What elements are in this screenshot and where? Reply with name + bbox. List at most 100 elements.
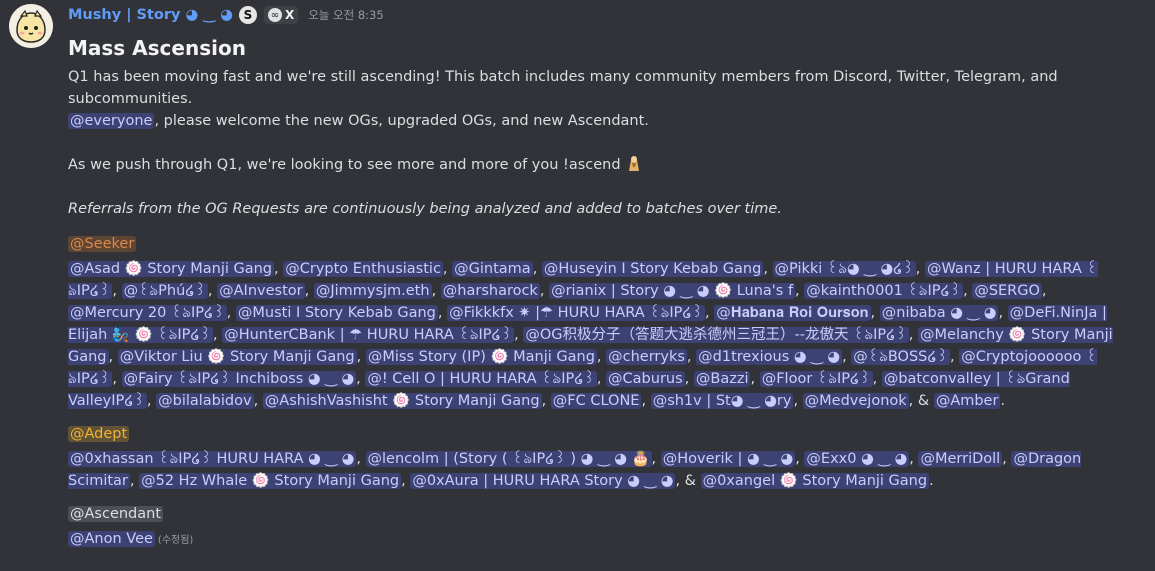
comma-separator: , <box>212 327 223 343</box>
referrals-text: Referrals from the OG Requests are conti… <box>68 201 782 217</box>
user-mention[interactable]: @Hoverik | ◕ ‿ ◕ <box>660 451 796 467</box>
user-mention[interactable]: @bilalabidov <box>156 393 254 409</box>
comma-separator: , <box>750 371 760 387</box>
user-mention[interactable]: @꒰ঌPhú໒꒱ <box>121 283 208 299</box>
user-mention[interactable]: @Caburus <box>606 371 685 387</box>
user-mention[interactable]: @Miss Story (IP) 🍥 Manji Gang <box>365 349 597 365</box>
role-icon[interactable]: S <box>238 6 257 24</box>
comma-separator: , <box>1041 283 1047 299</box>
comma-separator: , <box>872 371 882 387</box>
seeker-mention-list: @Asad 🍥 Story Manji Gang, @Crypto Enthus… <box>68 258 1125 412</box>
user-mention[interactable]: @rianix | Story ◕ ‿ ◕ 🍥 Luna's f <box>549 283 796 299</box>
adept-role-mention[interactable]: @Adept <box>68 426 130 442</box>
comma-separator: , <box>146 393 157 409</box>
user-mention[interactable]: @sh1v | St◕ ‿ ◕ry <box>650 393 794 409</box>
message: Mushy | Story ◕ ‿ ◕ S ∞ X 오늘 오전 8:35 Mas… <box>0 0 1155 571</box>
author-name[interactable]: Mushy | Story ◕ ‿ ◕ <box>68 7 233 23</box>
comma-separator: , <box>870 305 880 321</box>
user-mention[interactable]: @52 Hz Whale 🍥 Story Manji Gang <box>139 473 402 489</box>
comma-separator: , <box>908 327 919 343</box>
comma-separator: , <box>437 305 448 321</box>
comma-separator: , <box>304 283 314 299</box>
user-mention[interactable]: @0xangel 🍥 Story Manji Gang <box>700 473 930 489</box>
comma-separator: , <box>684 371 694 387</box>
edited-label: (수정됨) <box>157 535 194 546</box>
user-mention[interactable]: @Musti I Story Kebab Gang <box>235 305 438 321</box>
comma-separator: , <box>112 371 122 387</box>
user-mention[interactable]: @Asad 🍥 Story Manji Gang <box>68 261 275 277</box>
comma-separator: , <box>651 451 661 467</box>
user-mention[interactable]: @cherryks <box>606 349 687 365</box>
intro-paragraph: Q1 has been moving fast and we're still … <box>68 66 1125 132</box>
server-tag[interactable]: ∞ X <box>263 6 299 24</box>
comma-separator: , <box>793 393 803 409</box>
comma-separator: , <box>675 473 685 489</box>
user-mention[interactable]: @kainth0001 ꒰ঌIP໒꒱ <box>804 283 964 299</box>
period: . <box>929 473 934 489</box>
user-mention[interactable]: @Crypto Enthusiastic <box>283 261 443 277</box>
user-mention[interactable]: @Amber <box>933 393 1001 409</box>
comma-separator: , <box>541 393 551 409</box>
user-mention[interactable]: @Mercury 20 ꒰ঌIP໒꒱ <box>68 305 227 321</box>
user-mention[interactable]: @Pikki ꒰ঌ◕ ‿ ◕໒꒱ <box>772 261 916 277</box>
comma-separator: , <box>915 261 925 277</box>
comma-separator: , <box>356 349 366 365</box>
intro-prefix: Q1 has been moving fast and we're still … <box>68 69 1058 107</box>
everyone-mention[interactable]: @everyone <box>68 113 155 129</box>
user-mention[interactable]: @꒰ঌBOSS໒꒱ <box>851 349 950 365</box>
user-mention[interactable]: @HunterCBank | ☂ HURU HARA ꒰ঌIP໒꒱ <box>222 327 515 343</box>
comma-separator: , <box>539 283 550 299</box>
user-mention[interactable]: @Fikkkfx ✷ |☂ HURU HARA ꒰ঌIP໒꒱ <box>447 305 706 321</box>
user-mention[interactable]: @Bazzi <box>693 371 751 387</box>
user-mention[interactable]: @SERGO <box>972 283 1042 299</box>
user-mention[interactable]: @Fairy ꒰ঌIP໒꒱ Inchiboss ◕ ‿ ◕ <box>121 371 357 387</box>
user-mention[interactable]: @lencolm | (Story ( ꒰ঌIP໒꒱ ) ◕ ‿ ◕ 🎂 <box>365 451 652 467</box>
and-separator: & <box>917 393 934 409</box>
ascend-emoji-icon <box>625 154 643 172</box>
user-mention[interactable]: @MerriDoll <box>918 451 1003 467</box>
user-mention[interactable]: @𝐇𝐚𝐛𝐚𝐧𝐚 𝐑𝐨𝐢 𝐎𝐮𝐫𝐬𝐨𝐧 <box>714 305 871 321</box>
comma-separator: , <box>686 349 697 365</box>
timestamp[interactable]: 오늘 오전 8:35 <box>308 7 383 23</box>
comma-separator: , <box>442 261 453 277</box>
comma-separator: , <box>226 305 236 321</box>
link-icon: ∞ <box>267 8 282 22</box>
comma-separator: , <box>356 451 366 467</box>
user-mention[interactable]: @d1trexious ◕ ‿ ◕ <box>696 349 843 365</box>
comma-separator: , <box>705 305 715 321</box>
comma-separator: , <box>514 327 524 343</box>
comma-separator: , <box>641 393 651 409</box>
user-mention[interactable]: @Huseyin I Story Kebab Gang <box>541 261 764 277</box>
comma-separator: , <box>998 305 1008 321</box>
user-mention[interactable]: @harsharock <box>440 283 540 299</box>
user-mention[interactable]: @0xAura | HURU HARA Story ◕ ‿ ◕ <box>410 473 676 489</box>
message-title: Mass Ascension <box>68 36 246 60</box>
comma-separator: , <box>963 283 973 299</box>
user-mention[interactable]: @nibaba ◕ ‿ ◕ <box>879 305 999 321</box>
user-mention[interactable]: @Anon Vee <box>68 531 155 547</box>
comma-separator: , <box>129 473 140 489</box>
comma-separator: , <box>532 261 542 277</box>
user-mention[interactable]: @Jimmysjm.eth <box>313 283 432 299</box>
comma-separator: , <box>842 349 852 365</box>
period: . <box>1000 393 1006 409</box>
seeker-role-mention[interactable]: @Seeker <box>68 236 137 252</box>
avatar[interactable] <box>9 4 53 48</box>
user-mention[interactable]: @Viktor Liu 🍥 Story Manji Gang <box>117 349 357 365</box>
comma-separator: , <box>356 371 366 387</box>
user-mention[interactable]: @OG积极分子（答题大逃杀德州三冠王）--龙傲天 ꒰ঌIP໒꒱ <box>523 327 909 343</box>
user-mention[interactable]: @FC CLONE <box>550 393 642 409</box>
user-mention[interactable]: @Floor ꒰ঌIP໒꒱ <box>759 371 873 387</box>
user-mention[interactable]: @0xhassan ꒰ঌIP໒꒱ HURU HARA ◕ ‿ ◕ <box>68 451 357 467</box>
comma-separator: , <box>908 393 918 409</box>
push-paragraph: As we push through Q1, we're looking to … <box>68 154 1125 176</box>
user-mention[interactable]: @AInvestor <box>217 283 305 299</box>
user-mention[interactable]: @Gintama <box>452 261 533 277</box>
ascendant-role-mention[interactable]: @Ascendant <box>68 506 164 522</box>
user-mention[interactable]: @! Cell O | HURU HARA ꒰ঌIP໒꒱ <box>365 371 597 387</box>
user-mention[interactable]: @Exx0 ◕ ‿ ◕ <box>804 451 910 467</box>
user-mention[interactable]: @Medvejonok <box>802 393 909 409</box>
server-tag-text: X <box>284 8 295 22</box>
comma-separator: , <box>207 283 218 299</box>
user-mention[interactable]: @AshishVashisht 🍥 Story Manji Gang <box>262 393 542 409</box>
